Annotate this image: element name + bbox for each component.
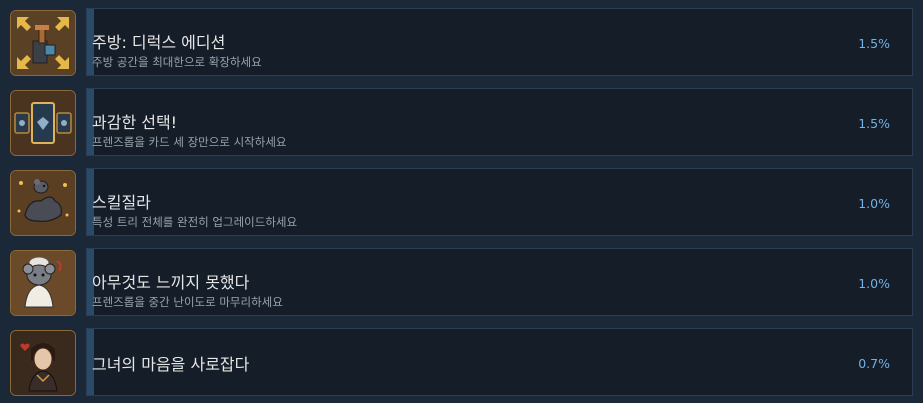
chef-rat-icon bbox=[10, 250, 76, 316]
portrait-heart-icon bbox=[10, 330, 76, 396]
achievement-panel: 주방: 디럭스 에디션 주방 공간을 최대한으로 확장하세요 1.5% bbox=[86, 8, 913, 76]
achievement-panel: 아무것도 느끼지 못했다 프렌즈롭을 중간 난이도로 마무리하세요 1.0% bbox=[86, 248, 913, 316]
achievement-description: 주방 공간을 최대한으로 확장하세요 bbox=[92, 55, 262, 69]
achievement-row[interactable]: 스킬질라 특성 트리 전체를 완전히 업그레이드하세요 1.0% bbox=[0, 168, 923, 238]
achievement-panel: 과감한 선택! 프렌즈롭을 카드 세 장만으로 시작하세요 1.5% bbox=[86, 88, 913, 156]
muscle-arm-rat-icon bbox=[10, 170, 76, 236]
achievement-percent: 1.5% bbox=[858, 116, 890, 131]
three-cards-icon bbox=[10, 90, 76, 156]
achievement-row[interactable]: 아무것도 느끼지 못했다 프렌즈롭을 중간 난이도로 마무리하세요 1.0% bbox=[0, 248, 923, 318]
achievement-title: 아무것도 느끼지 못했다 bbox=[92, 273, 250, 292]
achievement-row[interactable]: 주방: 디럭스 에디션 주방 공간을 최대한으로 확장하세요 1.5% bbox=[0, 8, 923, 78]
achievement-list: 주방: 디럭스 에디션 주방 공간을 최대한으로 확장하세요 1.5% 과감한 … bbox=[0, 0, 923, 403]
achievement-percent: 1.0% bbox=[858, 276, 890, 291]
achievement-title: 스킬질라 bbox=[92, 193, 151, 212]
achievement-percent: 0.7% bbox=[858, 356, 890, 371]
achievement-row[interactable]: 그녀의 마음을 사로잡다 0.7% bbox=[0, 328, 923, 398]
achievement-panel: 스킬질라 특성 트리 전체를 완전히 업그레이드하세요 1.0% bbox=[86, 168, 913, 236]
achievement-title: 주방: 디럭스 에디션 bbox=[92, 33, 226, 52]
achievement-row[interactable]: 과감한 선택! 프렌즈롭을 카드 세 장만으로 시작하세요 1.5% bbox=[0, 88, 923, 158]
achievement-title: 과감한 선택! bbox=[92, 113, 178, 132]
achievement-description: 프렌즈롭을 카드 세 장만으로 시작하세요 bbox=[92, 135, 287, 149]
expand-arrows-kitchen-icon bbox=[10, 10, 76, 76]
achievement-percent: 1.0% bbox=[858, 196, 890, 211]
achievement-panel: 그녀의 마음을 사로잡다 0.7% bbox=[86, 328, 913, 396]
achievement-title: 그녀의 마음을 사로잡다 bbox=[92, 355, 250, 374]
achievement-description: 특성 트리 전체를 완전히 업그레이드하세요 bbox=[92, 215, 298, 229]
achievement-percent: 1.5% bbox=[858, 36, 890, 51]
achievement-description: 프렌즈롭을 중간 난이도로 마무리하세요 bbox=[92, 295, 283, 309]
